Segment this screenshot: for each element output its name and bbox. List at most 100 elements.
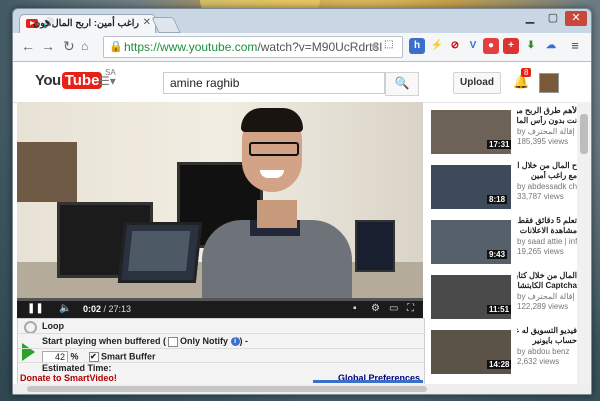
video-channel[interactable]: by abdessadk cha: [517, 182, 577, 191]
pause-button[interactable]: ❚❚: [27, 303, 44, 314]
video-title-line1[interactable]: المال من خلال كتابة: [517, 271, 577, 281]
after-info-text: ) -: [239, 336, 249, 346]
duration: 27:13: [108, 304, 132, 314]
horizontal-scrollbar[interactable]: [13, 384, 591, 394]
logo-tube: Tube: [61, 72, 103, 89]
only-notify-checkbox[interactable]: [168, 336, 179, 347]
notification-count: 8: [521, 68, 532, 77]
bookmark-star-icon[interactable]: ★: [369, 39, 380, 53]
related-video-item[interactable]: 9:43 تعلم 5 دقائق فقط مشاهدة الاعلانات by s…: [431, 216, 577, 270]
divider: [18, 348, 424, 349]
home-button[interactable]: ⌂: [81, 39, 88, 53]
search-query: amine raghib: [170, 76, 240, 90]
video-title-line1[interactable]: تعلم 5 دقائق فقط: [517, 216, 577, 226]
search-button[interactable]: 🔍: [385, 72, 419, 96]
video-person-neck: [257, 200, 297, 228]
video-title-line2[interactable]: مع راغب أمين: [517, 171, 577, 181]
back-button[interactable]: ←: [21, 38, 35, 54]
video-views: 33,787 views: [517, 192, 564, 201]
video-title-line2[interactable]: Captcha الكابتشا: [517, 281, 577, 291]
extension-plus-icon[interactable]: +: [503, 38, 519, 54]
lock-icon: 🔒: [109, 41, 123, 53]
vertical-scrollbar[interactable]: [577, 102, 591, 384]
video-duration: 14:28: [487, 360, 512, 369]
divider: [18, 333, 424, 334]
progress-fill: [17, 298, 18, 301]
guide-menu-icon[interactable]: ☰▾: [99, 74, 116, 88]
search-input[interactable]: amine raghib: [163, 72, 385, 94]
video-frame[interactable]: [17, 102, 423, 300]
tab-close-icon[interactable]: ✕: [143, 17, 151, 28]
info-icon[interactable]: i: [230, 337, 240, 347]
address-bar[interactable]: 🔒 https://www.youtube.com/watch?v=M90UcR…: [103, 36, 403, 58]
start-playing-row: Start playing when buffered (Only Notify…: [42, 336, 248, 347]
donate-link[interactable]: Donate to SmartVideo!: [20, 373, 117, 383]
related-video-item[interactable]: 11:51 المال من خلال كتابة Captcha الكابتشا…: [431, 271, 577, 325]
player-controls: ❚❚ 🔈 0:02 / 27:13 ▪ ⚙ ▭ ⛶: [17, 298, 423, 318]
settings-gear-icon[interactable]: ⚙: [371, 303, 380, 314]
logo-you: You: [35, 72, 61, 89]
extension-cloud-icon[interactable]: ☁: [543, 38, 559, 54]
search-icon: 🔍: [394, 76, 410, 90]
avatar[interactable]: [539, 73, 559, 93]
extension-v-icon[interactable]: V: [465, 38, 481, 54]
time-display: 0:02 / 27:13: [83, 304, 132, 314]
video-channel[interactable]: by إقالة المحترف | Alm: [517, 292, 577, 301]
video-title-line2[interactable]: حساب بايونير: [517, 336, 577, 346]
close-window-button[interactable]: ✕: [565, 11, 587, 26]
puzzle-icon[interactable]: ⬚: [384, 39, 398, 53]
youtube-logo[interactable]: You Tube SA: [35, 68, 116, 92]
annotations-icon[interactable]: ▪: [353, 303, 357, 314]
related-video-item[interactable]: 8:18 ح المال من خلال الفيسبوكمع راغب أمين…: [431, 161, 577, 215]
browser-toolbar: ← → ↻ ⌂ 🔒 https://www.youtube.com/watch?…: [13, 33, 591, 62]
video-views: 2,632 views: [517, 357, 560, 366]
youtube-header: You Tube SA ☰▾ amine raghib 🔍 Upload 🔔 8: [13, 62, 591, 103]
volume-icon[interactable]: 🔈: [59, 303, 71, 314]
play-green-icon[interactable]: [22, 343, 35, 361]
video-views: 19,265 views: [517, 247, 564, 256]
current-time: 0:02: [83, 304, 102, 314]
video-views: 185,395 views: [517, 137, 569, 146]
url-path: /watch?v=M90UcRdrt3I: [257, 40, 383, 54]
related-video-item[interactable]: 17:31 لأهم طرق الربح من نت بدون رأس المال b…: [431, 106, 577, 160]
extension-bolt-icon[interactable]: ⚡: [429, 38, 445, 54]
video-title-line1[interactable]: لأهم طرق الربح من: [517, 106, 577, 116]
progress-bar[interactable]: [17, 298, 423, 301]
browser-tab[interactable]: 🔊 راغب أمين: اربح المال دون ✕: [19, 14, 156, 34]
laptop-screen: [128, 231, 191, 271]
video-title-line1[interactable]: ح المال من خلال الفيسبوك: [517, 161, 577, 171]
extension-h-icon[interactable]: h: [409, 38, 425, 54]
tab-title: راغب أمين: اربح المال دون: [33, 18, 139, 29]
vertical-scrollbar-thumb[interactable]: [580, 114, 588, 154]
video-person-glasses: [249, 142, 299, 156]
chrome-menu-icon[interactable]: ≡: [567, 38, 583, 54]
notifications-bell-icon[interactable]: 🔔 8: [513, 68, 532, 90]
extension-badge-icon[interactable]: ●: [483, 38, 499, 54]
fullscreen-icon[interactable]: ⛶: [407, 303, 414, 314]
upload-button[interactable]: Upload: [453, 72, 501, 94]
video-title-line2[interactable]: نت بدون رأس المال: [517, 116, 577, 126]
smart-buffer-checkbox[interactable]: [89, 352, 100, 362]
maximize-button[interactable]: ▢: [542, 11, 564, 24]
theater-mode-icon[interactable]: ▭: [389, 303, 398, 314]
page-blue-strip: [313, 380, 423, 383]
video-monitor-right: [355, 220, 395, 272]
video-channel[interactable]: by إقالة المحترف | Alm: [517, 127, 577, 136]
url-host: https://www.youtube.com: [124, 40, 258, 54]
video-channel[interactable]: by abdou benz: [517, 347, 570, 356]
video-title-line2[interactable]: مشاهدة الاعلانات: [517, 226, 577, 236]
horizontal-scrollbar-thumb[interactable]: [27, 386, 427, 392]
reload-button[interactable]: ↻: [63, 38, 75, 55]
extension-download-icon[interactable]: ⬇: [523, 38, 539, 54]
smartvideo-panel: Loop Start playing when buffered (Only N…: [17, 318, 425, 386]
forward-button[interactable]: →: [41, 38, 55, 54]
video-channel[interactable]: by saad attie | info: [517, 237, 577, 246]
extension-block-icon[interactable]: ⊘: [447, 38, 463, 54]
url-text: https://www.youtube.com/watch?v=M90UcRdr…: [124, 40, 382, 54]
minimize-button[interactable]: ▁: [519, 11, 541, 24]
loop-label[interactable]: Loop: [42, 321, 64, 331]
video-title-line1[interactable]: فيديو التسويق له عن: [517, 326, 577, 336]
estimated-time-label: Estimated Time:: [42, 363, 112, 373]
related-video-item[interactable]: 14:28 فيديو التسويق له عنحساب بايونيرby a…: [431, 326, 577, 380]
only-notify-label: Only Notify: [180, 336, 229, 346]
